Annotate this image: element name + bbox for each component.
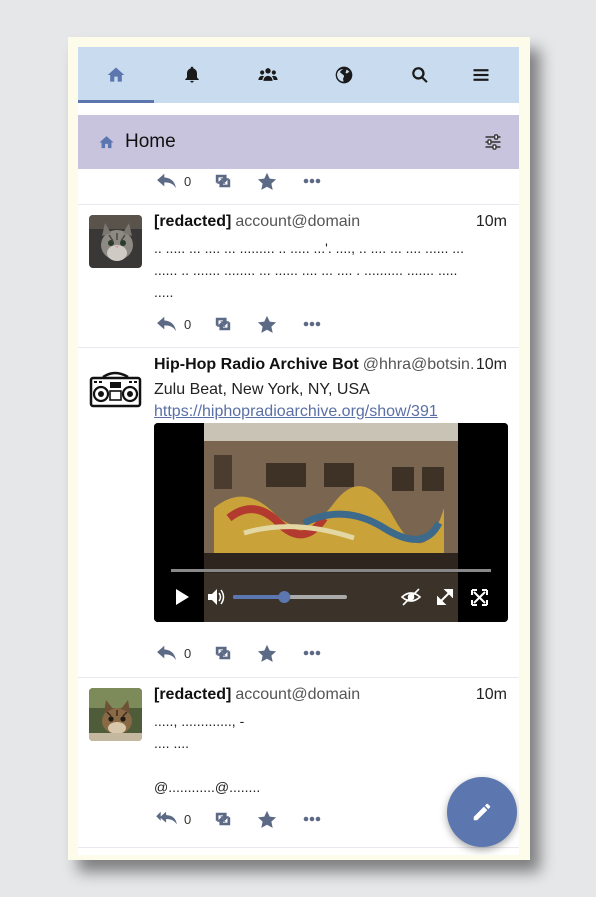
status-content: .. ..... ... .... ... ......... .. .....… [154, 237, 507, 303]
boost-icon [216, 812, 231, 826]
reply-button[interactable]: 0 [156, 644, 191, 662]
sliders-icon[interactable] [483, 132, 503, 152]
favourite-button[interactable] [257, 315, 277, 334]
reply-count: 0 [184, 645, 192, 661]
more-button[interactable] [303, 178, 321, 184]
pencil-icon [473, 803, 491, 821]
reply-all-button[interactable]: 0 [156, 810, 191, 828]
reply-icon [157, 316, 176, 332]
top-navigation [78, 47, 519, 103]
menu-icon [473, 69, 489, 81]
star-icon [258, 644, 277, 662]
timestamp[interactable]: 10m [473, 356, 507, 374]
status-content: ....., ............., - .... .... @.....… [154, 710, 507, 798]
display-name[interactable]: Hip-Hop Radio Archive Bot [154, 356, 359, 373]
status-link[interactable]: https://hiphopradioarchive.org/show/391 [154, 403, 438, 420]
nav-home[interactable] [78, 47, 154, 103]
nav-menu[interactable] [443, 47, 519, 103]
timestamp[interactable]: 10m [473, 686, 507, 704]
volume-slider[interactable] [278, 591, 291, 603]
avatar[interactable] [89, 688, 142, 741]
more-button[interactable] [303, 816, 321, 822]
boombox-avatar-image [89, 365, 142, 418]
favourite-button[interactable] [257, 172, 277, 191]
status-item[interactable]: [redacted] account@domain 10m .. ..... ..… [78, 204, 519, 348]
home-icon [107, 67, 125, 82]
more-icon [303, 816, 321, 822]
reply-button[interactable]: 0 [156, 172, 191, 190]
boost-button[interactable] [211, 315, 235, 333]
more-icon [303, 178, 321, 184]
video-player[interactable] [154, 423, 508, 622]
star-icon [258, 810, 277, 828]
avatar[interactable] [89, 365, 142, 418]
status-header: [redacted] account@domain 10m [154, 213, 507, 235]
account-handle[interactable]: account@domain [235, 213, 360, 230]
content-line: ...... .. ....... ........ ... ...... ..… [154, 262, 458, 278]
users-icon [258, 68, 278, 81]
boost-button[interactable] [211, 172, 235, 190]
globe-icon [335, 66, 353, 84]
more-button[interactable] [303, 321, 321, 327]
video-frame-train-graffiti [154, 423, 508, 622]
account-handle[interactable]: @hhra@botsin.… [363, 356, 491, 373]
reply-icon [157, 173, 176, 189]
favourite-button[interactable] [257, 644, 277, 663]
reply-count: 0 [184, 811, 192, 827]
page-title: Home [125, 131, 176, 152]
more-icon [303, 321, 321, 327]
display-name[interactable]: [redacted] [154, 686, 231, 703]
display-name[interactable]: [redacted] [154, 213, 231, 230]
status-item[interactable]: 0 [78, 169, 519, 205]
reply-icon [157, 645, 176, 661]
star-icon [258, 315, 277, 333]
status-content: Zulu Beat, New York, NY, USA https://hip… [154, 379, 507, 423]
kitten-avatar-image [89, 688, 142, 741]
home-icon [99, 135, 114, 148]
status-item[interactable]: Hip-Hop Radio Archive Bot @hhra@botsin.… … [78, 347, 519, 678]
column-header[interactable]: Home [78, 115, 519, 169]
more-icon [303, 650, 321, 656]
favourite-button[interactable] [257, 810, 277, 829]
device-frame: Home 0 [redacted] account@domain 10m .. … [68, 37, 530, 860]
boost-icon [216, 646, 231, 660]
boost-icon [216, 174, 231, 188]
compose-button[interactable] [447, 777, 517, 847]
reply-count: 0 [184, 316, 192, 332]
status-header: Hip-Hop Radio Archive Bot @hhra@botsin.… … [154, 356, 507, 378]
avatar[interactable] [89, 215, 142, 268]
nav-federated[interactable] [306, 47, 382, 103]
search-icon [412, 67, 428, 83]
app-screen: Home 0 [redacted] account@domain 10m .. … [78, 47, 519, 855]
status-actions: 0 [156, 169, 321, 193]
content-line [154, 754, 507, 776]
reply-button[interactable]: 0 [156, 315, 191, 333]
status-header: [redacted] account@domain 10m [154, 686, 507, 708]
bell-icon [185, 66, 199, 83]
content-line: ....., ............., - [154, 713, 245, 729]
timestamp[interactable]: 10m [473, 213, 507, 231]
status-actions: 0 [156, 312, 321, 336]
content-text: Zulu Beat, New York, NY, USA [154, 381, 370, 398]
account-handle[interactable]: account@domain [235, 686, 360, 703]
more-button[interactable] [303, 650, 321, 656]
content-line: .. ..... ... .... ... ......... .. .....… [154, 240, 464, 256]
status-actions: 0 [156, 641, 321, 665]
boost-icon [216, 317, 231, 331]
status-actions: 0 [156, 807, 321, 831]
nav-local[interactable] [230, 47, 306, 103]
nav-notifications[interactable] [154, 47, 230, 103]
boost-button[interactable] [211, 810, 235, 828]
reply-all-icon [156, 811, 177, 825]
reply-count: 0 [184, 173, 192, 189]
cat-avatar-image [89, 215, 142, 268]
boost-button[interactable] [211, 644, 235, 662]
content-line: ..... [154, 284, 174, 300]
content-line: .... .... [154, 735, 190, 751]
star-icon [258, 172, 277, 190]
